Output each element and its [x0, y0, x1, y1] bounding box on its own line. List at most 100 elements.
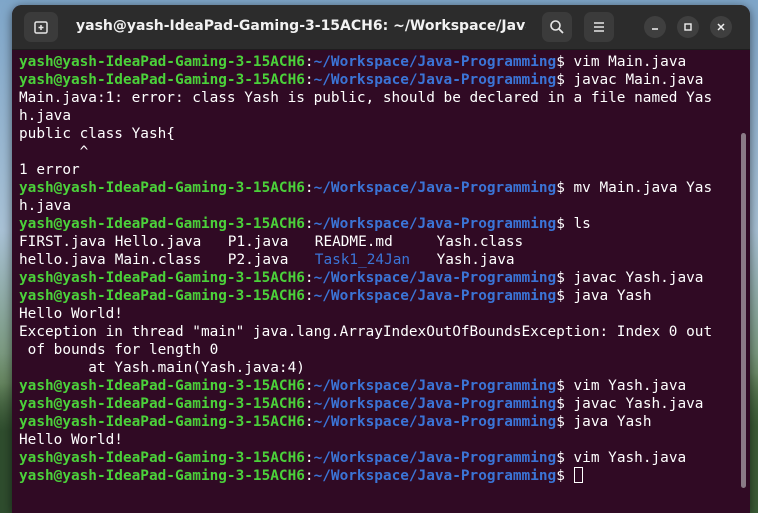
output-text: public class Yash{: [19, 126, 175, 142]
new-tab-button[interactable]: [24, 12, 58, 42]
menu-button[interactable]: [584, 12, 614, 42]
terminal-line: Hello World!: [19, 305, 741, 323]
prompt-path: ~/Workspace/Java-Programming: [313, 396, 557, 412]
terminal-line: h.java: [19, 107, 741, 125]
prompt-path: ~/Workspace/Java-Programming: [313, 72, 557, 88]
command-text: mv Main.java Yas: [573, 180, 713, 196]
command-text: javac Main.java: [573, 72, 704, 88]
new-tab-icon: [34, 21, 48, 34]
terminal-line: yash@yash-IdeaPad-Gaming-3-15ACH6:~/Work…: [19, 467, 741, 485]
output-text: at Yash.main(Yash.java:4): [19, 360, 305, 376]
command-text: vim Main.java: [573, 54, 687, 70]
output-text: h.java: [19, 108, 71, 124]
prompt-colon: :: [304, 72, 314, 88]
search-icon: [550, 20, 564, 34]
terminal-line: yash@yash-IdeaPad-Gaming-3-15ACH6:~/Work…: [19, 413, 741, 431]
prompt-userhost: yash@yash-IdeaPad-Gaming-3-15ACH6: [19, 72, 305, 88]
prompt-path: ~/Workspace/Java-Programming: [313, 378, 557, 394]
prompt-path: ~/Workspace/Java-Programming: [313, 270, 557, 286]
prompt-colon: :: [304, 216, 314, 232]
command-text: vim Yash.java: [573, 378, 687, 394]
title-bar[interactable]: yash@yash-IdeaPad-Gaming-3-15ACH6: ~/Wor…: [12, 5, 750, 50]
terminal-output[interactable]: yash@yash-IdeaPad-Gaming-3-15ACH6:~/Work…: [19, 53, 741, 513]
terminal-line: yash@yash-IdeaPad-Gaming-3-15ACH6:~/Work…: [19, 287, 741, 305]
output-text: 1 error: [19, 162, 80, 178]
ls-file: hello.java: [19, 252, 106, 268]
command-text: java Yash: [573, 414, 652, 430]
prompt-dollar: $: [556, 450, 574, 466]
terminal-line: ^: [19, 143, 741, 161]
output-text: h.java: [19, 198, 71, 214]
ls-file: P1.java: [227, 234, 289, 250]
prompt-userhost: yash@yash-IdeaPad-Gaming-3-15ACH6: [19, 180, 305, 196]
terminal-window: yash@yash-IdeaPad-Gaming-3-15ACH6: ~/Wor…: [12, 5, 750, 513]
prompt-userhost: yash@yash-IdeaPad-Gaming-3-15ACH6: [19, 378, 305, 394]
terminal-line: FIRST.java Hello.java P1.java README.md Yash…: [19, 233, 741, 251]
window-title: yash@yash-IdeaPad-Gaming-3-15ACH6: ~/Wor…: [76, 18, 526, 34]
prompt-dollar: $: [556, 396, 574, 412]
terminal-line: of bounds for length 0: [19, 341, 741, 359]
prompt-userhost: yash@yash-IdeaPad-Gaming-3-15ACH6: [19, 414, 305, 430]
minimize-icon: [652, 28, 658, 30]
text-cursor: [573, 467, 583, 483]
maximize-button[interactable]: [677, 16, 699, 38]
hamburger-menu-icon: [594, 22, 604, 32]
prompt-dollar: $: [556, 288, 574, 304]
prompt-colon: :: [304, 270, 314, 286]
terminal-line: Hello World!: [19, 431, 741, 449]
prompt-colon: :: [304, 288, 314, 304]
ls-directory: Task1_24Jan: [314, 252, 411, 268]
prompt-colon: :: [304, 414, 314, 430]
terminal-line: Main.java:1: error: class Yash is public…: [19, 89, 741, 107]
prompt-dollar: $: [556, 54, 574, 70]
output-text: Main.java:1: error: class Yash is public…: [19, 90, 713, 106]
terminal-line: Exception in thread "main" java.lang.Arr…: [19, 323, 741, 341]
prompt-dollar: $: [556, 378, 574, 394]
prompt-dollar: $: [556, 216, 574, 232]
prompt-path: ~/Workspace/Java-Programming: [313, 414, 557, 430]
prompt-userhost: yash@yash-IdeaPad-Gaming-3-15ACH6: [19, 450, 305, 466]
output-text: ^: [19, 144, 89, 160]
prompt-userhost: yash@yash-IdeaPad-Gaming-3-15ACH6: [19, 288, 305, 304]
terminal-line: at Yash.main(Yash.java:4): [19, 359, 741, 377]
search-button[interactable]: [542, 12, 572, 42]
prompt-path: ~/Workspace/Java-Programming: [313, 468, 557, 484]
prompt-colon: :: [304, 450, 314, 466]
prompt-path: ~/Workspace/Java-Programming: [313, 180, 557, 196]
terminal-line: yash@yash-IdeaPad-Gaming-3-15ACH6:~/Work…: [19, 269, 741, 287]
output-text: Exception in thread "main" java.lang.Arr…: [19, 324, 713, 340]
terminal-line: yash@yash-IdeaPad-Gaming-3-15ACH6:~/Work…: [19, 395, 741, 413]
command-text: vim Yash.java: [573, 450, 687, 466]
prompt-userhost: yash@yash-IdeaPad-Gaming-3-15ACH6: [19, 468, 305, 484]
prompt-dollar: $: [556, 180, 574, 196]
terminal-line: 1 error: [19, 161, 741, 179]
prompt-colon: :: [304, 468, 314, 484]
ls-file: Yash.class: [436, 234, 524, 250]
prompt-path: ~/Workspace/Java-Programming: [313, 450, 557, 466]
prompt-colon: :: [304, 54, 314, 70]
terminal-line: yash@yash-IdeaPad-Gaming-3-15ACH6:~/Work…: [19, 53, 741, 71]
prompt-userhost: yash@yash-IdeaPad-Gaming-3-15ACH6: [19, 216, 305, 232]
terminal-line: yash@yash-IdeaPad-Gaming-3-15ACH6:~/Work…: [19, 179, 741, 197]
terminal-line: public class Yash{: [19, 125, 741, 143]
command-text: javac Yash.java: [573, 270, 704, 286]
maximize-icon: [684, 23, 692, 31]
terminal-line: yash@yash-IdeaPad-Gaming-3-15ACH6:~/Work…: [19, 449, 741, 467]
close-button[interactable]: [710, 16, 732, 38]
prompt-userhost: yash@yash-IdeaPad-Gaming-3-15ACH6: [19, 54, 305, 70]
terminal-line: yash@yash-IdeaPad-Gaming-3-15ACH6:~/Work…: [19, 215, 741, 233]
terminal-line: h.java: [19, 197, 741, 215]
prompt-dollar: $: [556, 72, 574, 88]
ls-file: README.md: [314, 234, 393, 250]
minimize-button[interactable]: [644, 16, 666, 38]
ls-file: FIRST.java: [19, 234, 106, 250]
ls-file: Yash.java: [436, 252, 515, 268]
terminal-line: yash@yash-IdeaPad-Gaming-3-15ACH6:~/Work…: [19, 71, 741, 89]
prompt-colon: :: [304, 396, 314, 412]
scrollbar[interactable]: [741, 133, 746, 488]
command-text: javac Yash.java: [573, 396, 704, 412]
prompt-path: ~/Workspace/Java-Programming: [313, 288, 557, 304]
command-text: java Yash: [573, 288, 652, 304]
prompt-userhost: yash@yash-IdeaPad-Gaming-3-15ACH6: [19, 396, 305, 412]
prompt-path: ~/Workspace/Java-Programming: [313, 216, 557, 232]
